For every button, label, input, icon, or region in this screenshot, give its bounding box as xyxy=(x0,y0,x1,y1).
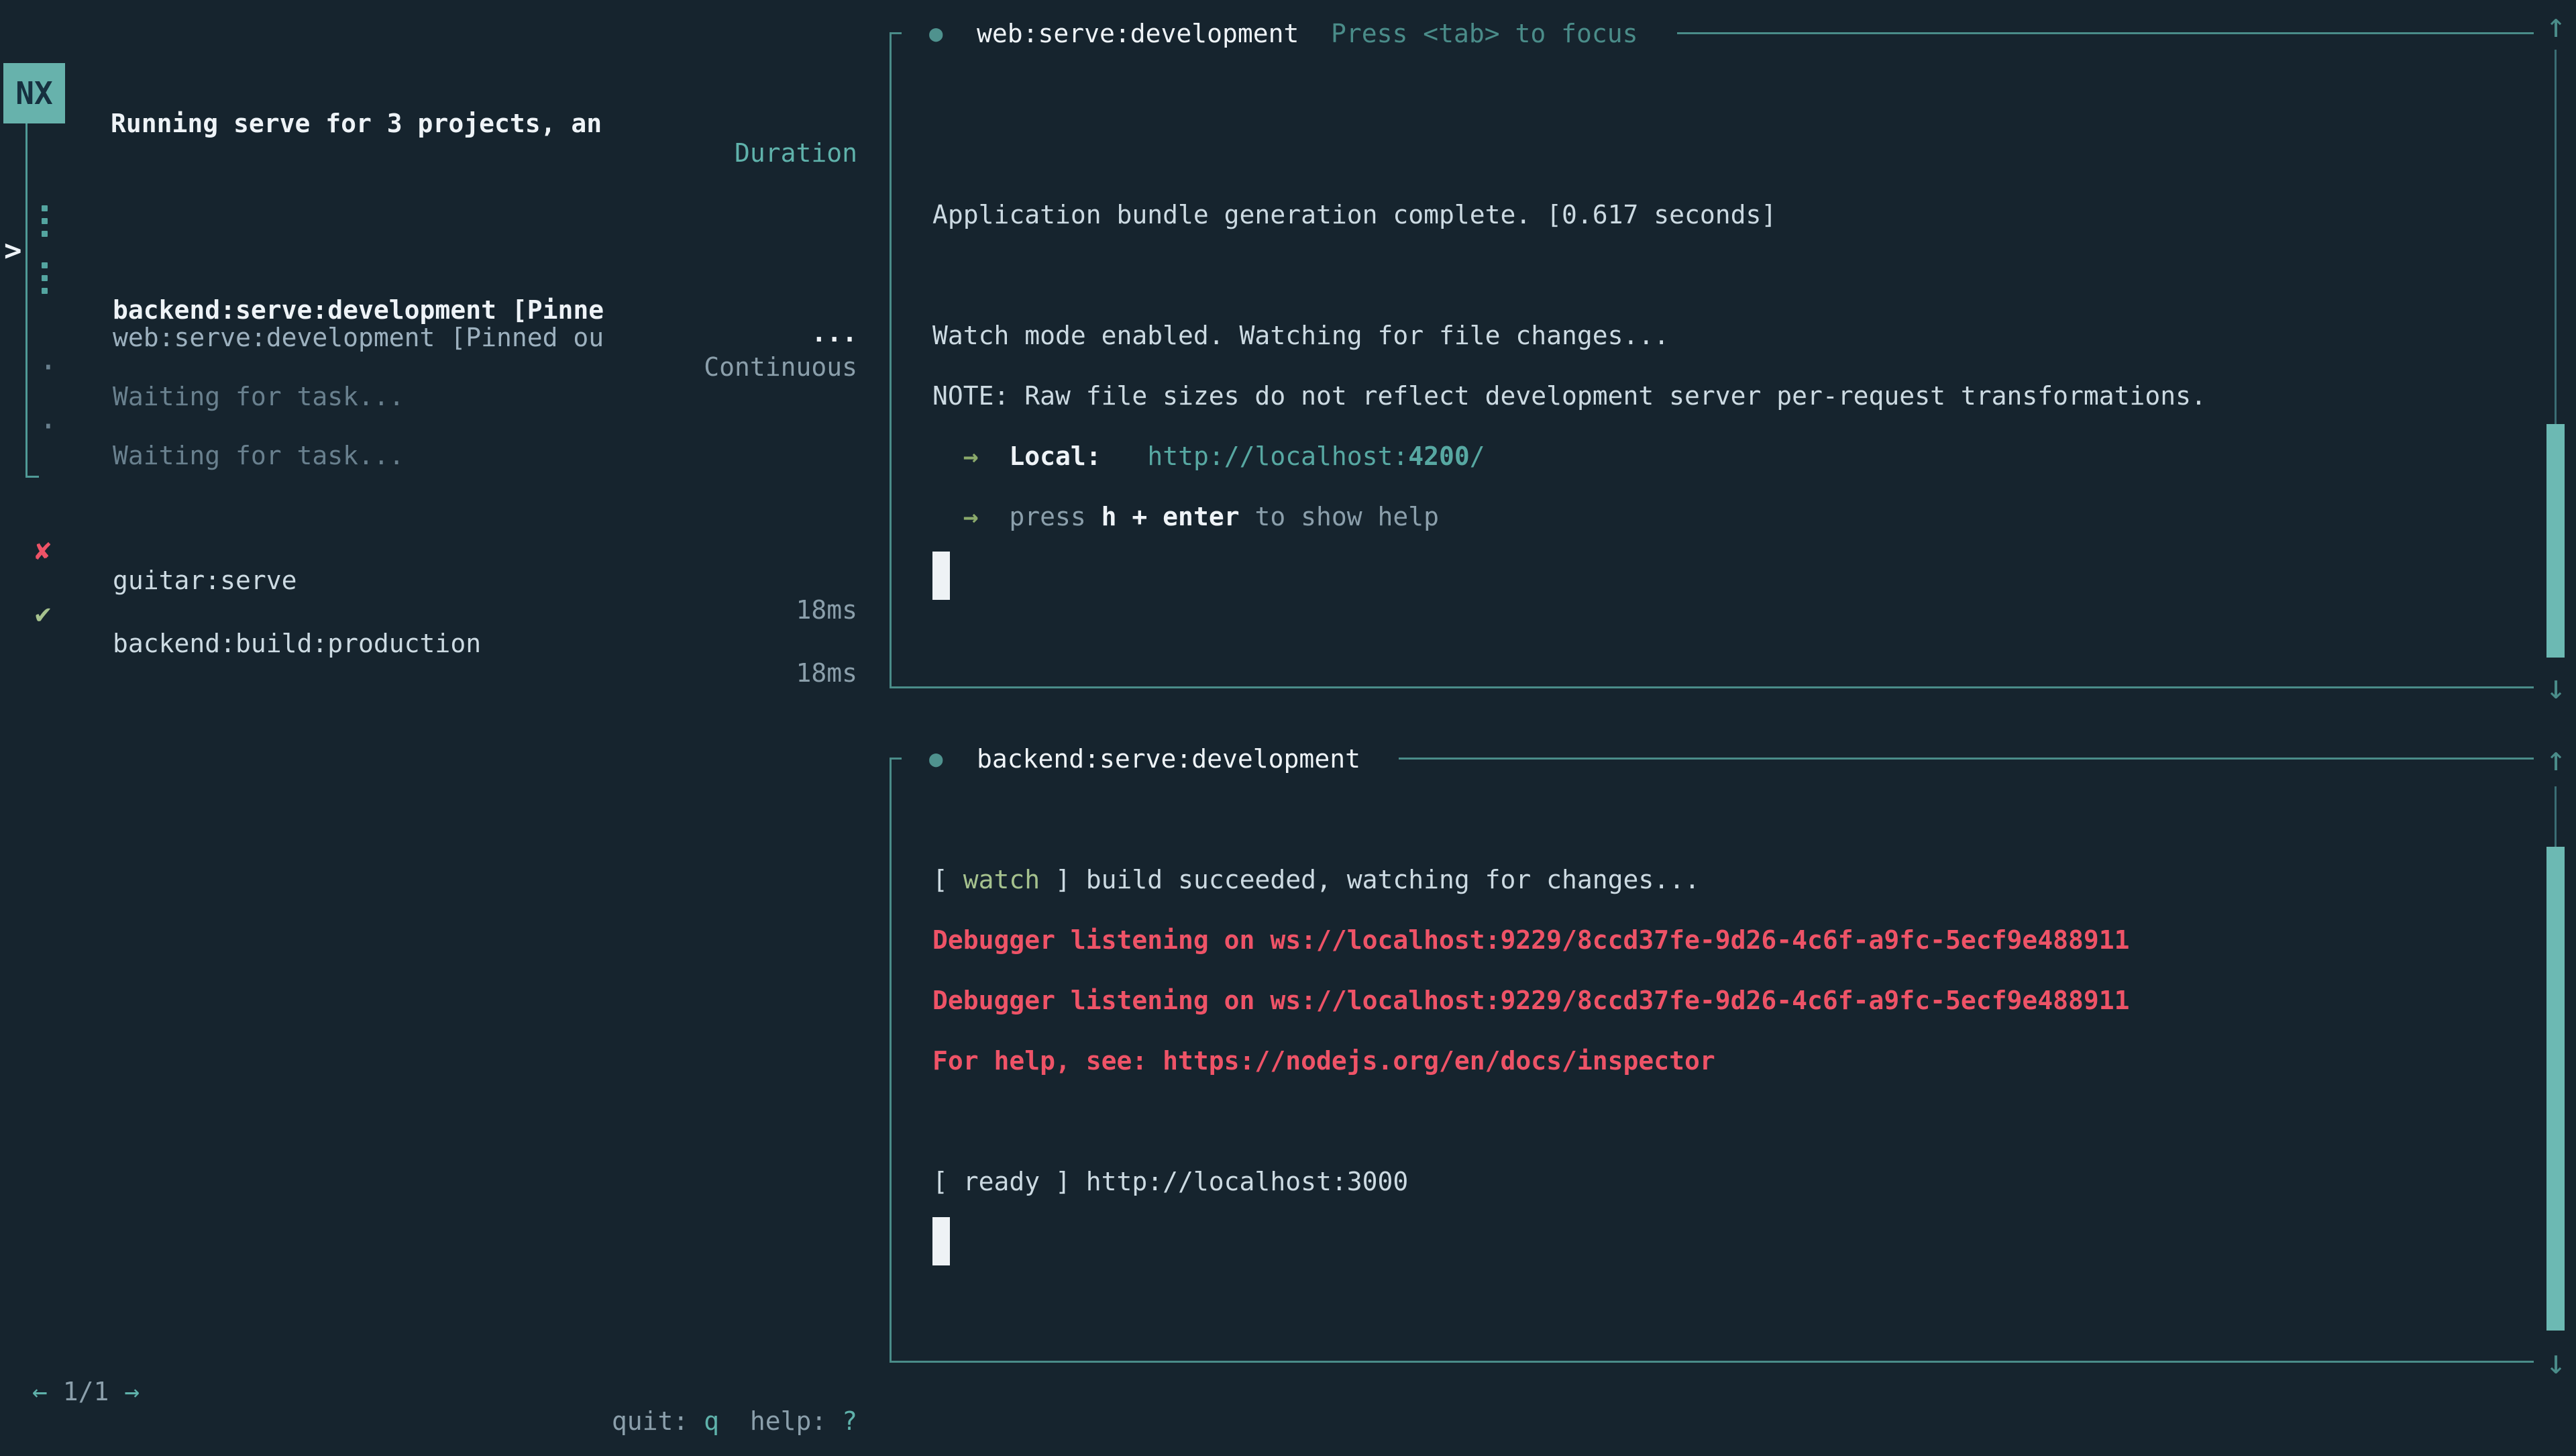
help-key: ? xyxy=(842,1406,857,1436)
arrow-icon: → xyxy=(932,502,994,531)
localhost-4200-link[interactable]: http://localhost:4200/ xyxy=(1147,441,1485,471)
task-row-waiting-1[interactable]: · Waiting for task... xyxy=(0,313,857,362)
log-line-local-url: → Local: http://localhost:4200/ xyxy=(932,432,1485,480)
waiting-dot-icon: · xyxy=(39,402,58,450)
watch-tag: watch xyxy=(963,865,1040,894)
task-row-web-serve[interactable]: web:serve:development [Pinned ou Continu… xyxy=(0,254,857,303)
pane-status-bullet-icon: ● xyxy=(929,735,943,783)
terminal-cursor xyxy=(932,552,950,600)
pane-header-rule xyxy=(1677,32,2534,34)
help-keybinding: h + enter xyxy=(1102,502,1240,531)
log-line-watch-mode: Watch mode enabled. Watching for file ch… xyxy=(932,311,1669,360)
keyboard-hints: quit: q help: ? xyxy=(612,1397,857,1445)
log-line-bundle-complete: Application bundle generation complete. … xyxy=(932,191,1776,239)
pane-header-rule xyxy=(1399,758,2534,760)
scrollbar-thumb[interactable] xyxy=(2546,424,2565,658)
log-line-debugger-1: Debugger listening on ws://localhost:922… xyxy=(932,916,2129,964)
log-line-note: NOTE: Raw file sizes do not reflect deve… xyxy=(932,372,2206,420)
pane-status-bullet-icon: ● xyxy=(929,9,943,58)
log-line-ready: [ ready ] http://localhost:3000 xyxy=(932,1157,1408,1206)
duration-column-header: Duration xyxy=(735,129,857,177)
task-row-backend-build[interactable]: ✔ backend:build:production 18ms xyxy=(0,560,857,609)
pane-border-bottom xyxy=(890,686,2534,688)
log-line-inspector-help: For help, see: https://nodejs.org/en/doc… xyxy=(932,1037,1715,1085)
pane-title: backend:serve:development xyxy=(977,735,1360,783)
scrollbar-thumb[interactable] xyxy=(2546,847,2565,1331)
pane-title: web:serve:development xyxy=(977,9,1299,58)
task-row-backend-serve[interactable]: > backend:serve:development [Pinne ... xyxy=(0,197,857,246)
scroll-down-icon[interactable]: ↓ xyxy=(2540,1338,2572,1386)
pane-border-left xyxy=(890,758,892,1363)
scrollbar-track[interactable] xyxy=(2555,50,2557,424)
pager-page-indicator: 1/1 xyxy=(63,1377,109,1406)
log-line-debugger-2: Debugger listening on ws://localhost:922… xyxy=(932,976,2129,1025)
pager: ← 1/1 → xyxy=(32,1367,140,1416)
pane-focus-hint: Press <tab> to focus xyxy=(1331,9,1638,58)
pager-next-icon[interactable]: → xyxy=(124,1377,140,1406)
log-line-press-help: → press h + enter to show help xyxy=(932,492,1439,541)
sidebar-header: Running serve for 3 projects, an Duratio… xyxy=(0,70,857,118)
scroll-up-icon[interactable]: ↑ xyxy=(2540,735,2572,783)
spinner-icon xyxy=(42,205,48,244)
task-duration: 18ms xyxy=(796,649,857,697)
terminal-cursor xyxy=(932,1217,950,1265)
success-icon: ✔ xyxy=(35,590,51,638)
sidebar-footer: ← 1/1 → quit: q help: ? xyxy=(0,1338,857,1386)
task-row-waiting-2[interactable]: · Waiting for task... xyxy=(0,372,857,421)
pane-border-left xyxy=(890,32,892,688)
pager-prev-icon[interactable]: ← xyxy=(32,1377,48,1406)
task-name: backend:build:production xyxy=(113,619,481,668)
scroll-down-icon[interactable]: ↓ xyxy=(2540,663,2572,711)
sidebar-title: Running serve for 3 projects, an xyxy=(111,99,602,148)
pane-border-bottom xyxy=(890,1361,2534,1363)
scrollbar-track[interactable] xyxy=(2555,786,2557,847)
scroll-up-icon[interactable]: ↑ xyxy=(2540,1,2572,50)
task-row-guitar-serve[interactable]: ✘ guitar:serve 18ms xyxy=(0,497,857,545)
quit-key: q xyxy=(704,1406,719,1436)
log-line-watch-succeeded: [ watch ] build succeeded, watching for … xyxy=(932,855,1700,904)
task-name: Waiting for task... xyxy=(113,431,405,480)
spinner-icon xyxy=(42,262,48,301)
arrow-icon: → xyxy=(932,441,994,471)
